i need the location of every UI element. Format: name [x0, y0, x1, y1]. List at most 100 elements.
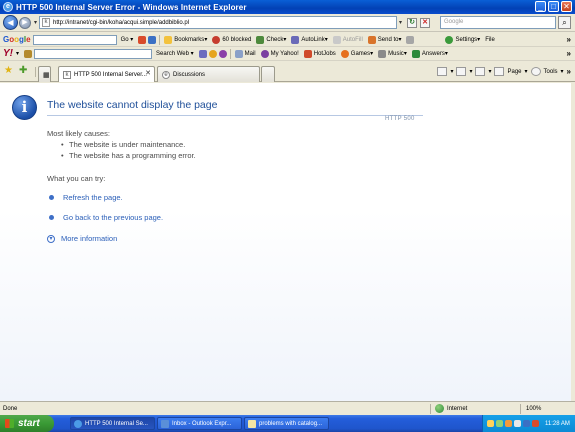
info-icon: i — [12, 95, 37, 120]
outlook-icon — [161, 419, 169, 428]
games-button[interactable]: Games ▾ — [340, 49, 373, 58]
yahoo-logo[interactable]: Y! — [3, 48, 13, 59]
google-go-button[interactable]: Go ▾ — [121, 36, 134, 44]
ie-page-icon: e — [162, 70, 170, 79]
file-menu[interactable]: File — [485, 37, 495, 43]
causes-list: The website is under maintenance. The we… — [61, 140, 196, 162]
refresh-icon[interactable]: ↻ — [407, 17, 418, 28]
yahoo-button-icon[interactable] — [218, 49, 227, 58]
toolbar-overflow-icon[interactable]: » — [567, 35, 571, 44]
google-toolbar: Google Go ▾ Bookmarks ▾ 60 blocked Check ▾… — [0, 33, 575, 47]
close-button[interactable]: ✕ — [561, 1, 572, 12]
autofill-button[interactable]: AutoFill — [332, 35, 363, 44]
title-divider — [47, 115, 423, 116]
recent-pages-dropdown-icon[interactable]: ▾ — [34, 19, 37, 26]
sendto-button[interactable]: Send to ▾ — [367, 35, 401, 44]
sendto-icon — [367, 35, 376, 44]
news-icon[interactable] — [148, 35, 157, 44]
autolink-button[interactable]: AutoLink ▾ — [291, 35, 328, 44]
google-search-input[interactable] — [32, 34, 117, 45]
bullet-icon — [49, 215, 54, 220]
tab-http-500[interactable]: k HTTP 500 Internal Server... ✕ — [58, 66, 155, 82]
taskbar-item-outlook[interactable]: Inbox - Outlook Expr... — [157, 417, 242, 430]
new-tab-button[interactable] — [261, 66, 275, 82]
tab-row: ★ ✚ ▦ k HTTP 500 Internal Server... ✕ e … — [0, 62, 575, 82]
autofill-icon — [332, 35, 341, 44]
error-page: i The website cannot display the page HT… — [0, 83, 571, 401]
home-icon[interactable] — [456, 67, 467, 76]
tab-label: HTTP 500 Internal Server... — [74, 71, 147, 78]
more-information-link[interactable]: ▾ More information — [47, 234, 117, 243]
go-back-link[interactable]: Go back to the previous page. — [47, 213, 163, 222]
vertical-scrollbar[interactable] — [571, 83, 575, 401]
causes-heading: Most likely causes: — [47, 129, 110, 138]
google-logo: Google — [3, 35, 31, 44]
address-dropdown-icon[interactable]: ▾ — [399, 19, 402, 26]
maximize-button[interactable]: □ — [548, 1, 559, 12]
back-button[interactable]: ◀ — [3, 15, 18, 30]
yahoo-search-input[interactable] — [34, 48, 153, 59]
favorites-star-icon[interactable]: ★ — [4, 65, 13, 76]
pencil-button[interactable] — [406, 35, 416, 44]
search-input[interactable]: Google — [440, 16, 556, 29]
autolink-icon — [291, 35, 300, 44]
refresh-link[interactable]: Refresh the page. — [47, 193, 123, 202]
zoom-level[interactable]: 100% — [526, 406, 541, 412]
document-icon — [248, 419, 256, 428]
forward-button[interactable]: ▶ — [19, 16, 31, 29]
check-button[interactable]: Check ▾ — [256, 35, 286, 44]
print-icon[interactable] — [475, 67, 486, 76]
minimize-button[interactable]: _ — [535, 1, 546, 12]
search-web-button[interactable]: Search Web ▾ — [156, 50, 194, 58]
bookmarks-button[interactable]: Bookmarks ▾ — [164, 35, 207, 44]
page-icon: k — [42, 18, 51, 27]
mail-button[interactable]: Mail — [234, 49, 256, 58]
music-icon — [378, 49, 387, 58]
tray-icons[interactable] — [487, 420, 539, 427]
page-icon: k — [63, 70, 71, 79]
highlight-icon[interactable] — [198, 49, 207, 58]
stop-icon[interactable]: ✕ — [420, 17, 431, 28]
antispy-icon[interactable] — [208, 49, 217, 58]
settings-button[interactable]: Settings ▾ — [445, 35, 480, 44]
page-menu-icon — [494, 67, 505, 76]
my-yahoo-icon — [260, 49, 269, 58]
feeds-icon[interactable] — [437, 67, 448, 76]
tools-menu[interactable]: Tools — [544, 69, 558, 75]
page-title: The website cannot display the page — [47, 99, 218, 111]
windows-flag-icon — [5, 419, 14, 428]
music-button[interactable]: Music ▾ — [378, 49, 407, 58]
google-icon[interactable] — [138, 35, 147, 44]
page-menu[interactable]: Page — [507, 69, 521, 75]
popup-blocked-button[interactable]: 60 blocked — [212, 35, 251, 44]
pencil-icon[interactable] — [24, 49, 33, 58]
yahoo-menu-icon[interactable]: ▾ — [16, 50, 19, 57]
address-url: http://intranet/cgi-bin/koha/acqui.simpl… — [53, 19, 190, 26]
taskbar-item-document[interactable]: problems with catalog... — [244, 417, 329, 430]
http-status-code: HTTP 500 — [385, 116, 415, 122]
tab-discussions[interactable]: e Discussions — [157, 66, 260, 82]
start-button[interactable]: start — [0, 415, 54, 432]
clock: 11:28 AM — [545, 420, 570, 427]
hotjobs-button[interactable]: HotJobs — [303, 49, 336, 58]
add-favorites-icon[interactable]: ✚ — [19, 65, 27, 76]
security-zone[interactable]: Internet — [435, 404, 467, 413]
system-tray: 11:28 AM — [482, 415, 575, 432]
try-heading: What you can try: — [47, 174, 106, 183]
tab-quick-tabs[interactable]: ▦ — [38, 66, 51, 82]
status-text: Done — [3, 405, 18, 412]
answers-button[interactable]: Answers ▾ — [411, 49, 448, 58]
address-bar[interactable]: k http://intranet/cgi-bin/koha/acqui.sim… — [39, 16, 398, 29]
my-yahoo-button[interactable]: My Yahoo! — [260, 49, 299, 58]
chevron-down-icon: ▾ — [47, 234, 55, 243]
search-button[interactable]: ⌕ — [558, 16, 571, 29]
window-title: HTTP 500 Internal Server Error - Windows… — [16, 2, 247, 12]
command-overflow-icon[interactable]: » — [567, 67, 571, 76]
taskbar-item-ie[interactable]: HTTP 500 Internal Se... — [70, 417, 155, 430]
tab-close-icon[interactable]: ✕ — [145, 69, 151, 77]
toolbar-overflow-icon[interactable]: » — [567, 49, 571, 58]
mail-icon — [234, 49, 243, 58]
tab-label: Discussions — [173, 71, 206, 78]
globe-icon — [435, 404, 444, 413]
list-item: The website is under maintenance. — [61, 140, 196, 149]
